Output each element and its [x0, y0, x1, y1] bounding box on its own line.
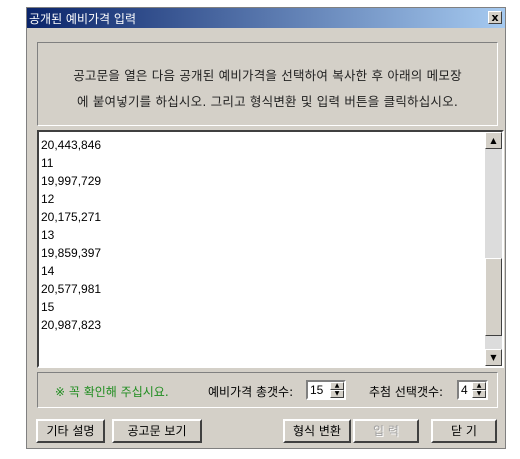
draw-count-label: 추첨 선택갯수:	[369, 385, 444, 399]
spin-up-icon[interactable]: ▲	[330, 382, 344, 390]
total-count-value[interactable]: 15	[310, 383, 323, 397]
window-title: 공개된 예비가격 입력	[29, 12, 136, 26]
instruction-panel: 공고문을 열은 다음 공개된 예비가격을 선택하여 복사한 후 아래의 메모장 …	[37, 42, 498, 126]
other-help-button[interactable]: 기타 설명	[36, 419, 105, 443]
close-icon[interactable]: x	[488, 11, 502, 24]
close-button[interactable]: 닫 기	[431, 419, 497, 443]
instruction-line-1: 공고문을 열은 다음 공개된 예비가격을 선택하여 복사한 후 아래의 메모장	[73, 68, 462, 83]
convert-format-button[interactable]: 형식 변환	[283, 419, 351, 443]
scroll-thumb[interactable]	[485, 258, 502, 336]
memo-content[interactable]: 20,443,846 11 19,997,729 12 20,175,271 1…	[41, 136, 482, 334]
total-count-spinner[interactable]: 15 ▲ ▼	[306, 380, 346, 400]
total-count-label: 예비가격 총갯수:	[208, 385, 294, 399]
spin-down-icon[interactable]: ▼	[330, 390, 344, 398]
preliminary-price-input-dialog: 공개된 예비가격 입력 x 공고문을 열은 다음 공개된 예비가격을 선택하여 …	[26, 7, 506, 449]
spin-up-icon[interactable]: ▲	[472, 382, 486, 390]
input-button[interactable]: 입 력	[353, 419, 419, 443]
confirm-notice: ※ 꼭 확인해 주십시요.	[55, 385, 169, 399]
memo-textarea[interactable]: 20,443,846 11 19,997,729 12 20,175,271 1…	[37, 130, 504, 368]
settings-panel: ※ 꼭 확인해 주십시요. 예비가격 총갯수: 15 ▲ ▼ 추첨 선택갯수: …	[37, 372, 498, 408]
draw-count-value[interactable]: 4	[461, 383, 468, 397]
vertical-scrollbar[interactable]: ▲ ▼	[485, 132, 502, 366]
instruction-line-2: 에 붙여넣기를 하십시오. 그리고 형식변환 및 입력 버튼을 클릭하십시오.	[76, 94, 459, 109]
view-notice-button[interactable]: 공고문 보기	[112, 419, 202, 443]
spin-down-icon[interactable]: ▼	[472, 390, 486, 398]
title-bar[interactable]: 공개된 예비가격 입력 x	[27, 8, 505, 28]
scroll-down-icon[interactable]: ▼	[485, 349, 502, 366]
draw-count-spinner[interactable]: 4 ▲ ▼	[457, 380, 488, 400]
scroll-up-icon[interactable]: ▲	[485, 132, 502, 149]
